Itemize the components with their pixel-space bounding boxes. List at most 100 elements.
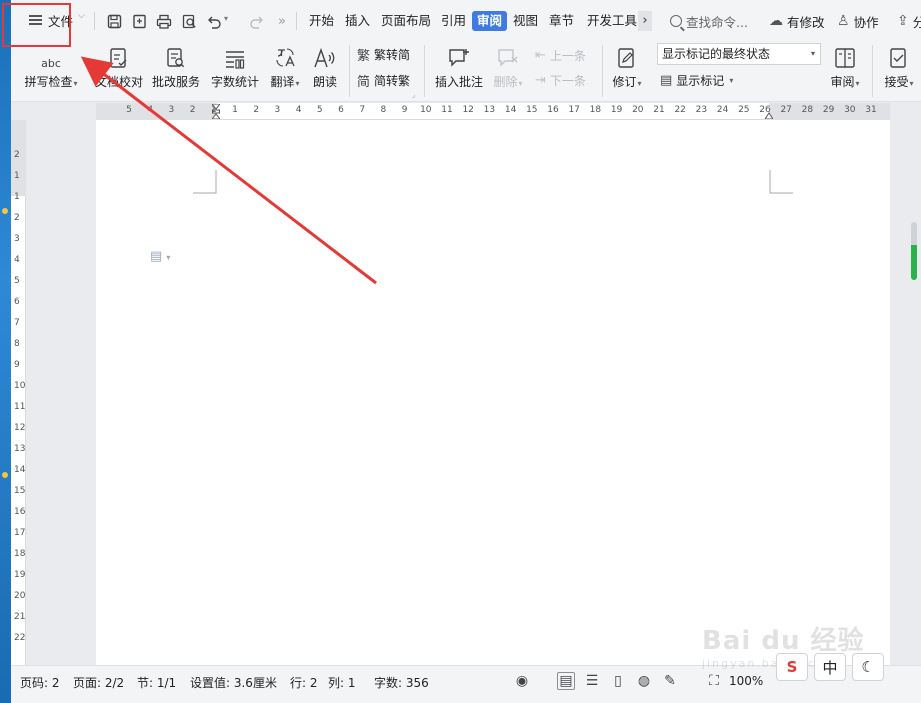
show-markup-button[interactable]: ▤ 显示标记 ▾ <box>660 72 733 89</box>
ruler-tick-label: 14 <box>14 465 26 475</box>
write-mode-icon[interactable]: ✎ <box>661 672 679 690</box>
status-row[interactable]: 行: 2 <box>290 674 318 691</box>
undo-dropdown-icon[interactable]: ▾ <box>224 14 228 23</box>
paragraph-options-icon[interactable]: ▤ ▾ <box>150 249 170 264</box>
revision-service-icon <box>166 41 186 69</box>
add-user-icon: ♙ <box>837 13 850 29</box>
ruler-tick-label: 17 <box>568 105 580 115</box>
insert-comment-button[interactable]: 插入批注 <box>431 41 487 90</box>
proofread-icon <box>109 41 129 69</box>
insert-comment-icon <box>447 41 471 69</box>
ruler-tick-label: 21 <box>14 612 26 622</box>
delete-comment-icon <box>496 41 520 69</box>
read-aloud-label: 朗读 <box>312 75 337 89</box>
export-pdf-icon[interactable] <box>129 11 149 31</box>
revision-service-label: 批改服务 <box>151 75 200 89</box>
trad-to-simp-button[interactable]: 繁 繁转简 <box>357 45 410 64</box>
status-column[interactable]: 列: 1 <box>328 674 356 691</box>
tab-developer[interactable]: 开发工具 <box>582 11 642 31</box>
word-count-button[interactable]: 字数统计 <box>208 41 262 90</box>
tab-review[interactable]: 审阅 <box>472 11 508 31</box>
more-commands-icon[interactable]: » <box>272 11 292 31</box>
vertical-ruler[interactable]: 2 1 1 2 3 4 5 6 7 8 9 10 11 12 13 14 15 16 17 18 19 20 21 22 <box>11 120 26 665</box>
accept-button[interactable]: 接受▾ <box>879 41 919 90</box>
moon-icon[interactable]: ☾ <box>852 653 884 681</box>
ruler-tick-label: 1 <box>14 171 20 181</box>
group-expand-icon[interactable]: ⌟ <box>412 91 415 99</box>
status-word-count[interactable]: 字数: 356 <box>374 674 429 691</box>
simp-to-trad-button[interactable]: 简 简转繁 <box>357 71 410 90</box>
ruler-tick-label: 22 <box>14 633 26 643</box>
delete-comment-button[interactable]: 删除▾ <box>490 41 526 90</box>
desktop-icon <box>2 472 8 478</box>
ruler-tick-label: 24 <box>716 105 729 115</box>
tabs-scroll-right-icon[interactable]: › <box>638 11 652 31</box>
document-page[interactable] <box>96 120 890 665</box>
spell-check-button[interactable]: abc 拼写检查▾ <box>21 41 81 90</box>
collab-button[interactable]: ♙ 协作 <box>837 11 879 31</box>
track-changes-button[interactable]: 修订▾ <box>608 41 646 90</box>
command-search[interactable]: 查找命令... <box>670 11 748 31</box>
ruler-tick-label: 12 <box>462 105 474 115</box>
eye-protection-icon[interactable]: ◉ <box>513 672 531 690</box>
prev-comment-button[interactable]: ⇤ 上一条 <box>535 47 586 64</box>
proofread-button[interactable]: 文档校对 <box>90 41 148 90</box>
cloud-sync-icon: ☁ <box>769 13 783 29</box>
ruler-tick-label: 11 <box>14 402 26 412</box>
status-setting-value[interactable]: 设置值: 3.6厘米 <box>190 674 277 691</box>
ruler-tick-label: 4 <box>147 105 154 115</box>
modified-label: 有修改 <box>787 14 825 30</box>
page-view-icon[interactable]: ▤ <box>557 672 575 690</box>
tab-page-layout[interactable]: 页面布局 <box>376 11 436 31</box>
ime-mode-toggle[interactable]: 中 <box>814 653 846 681</box>
ruler-tick-label: 3 <box>274 105 281 115</box>
status-pages[interactable]: 页面: 2/2 <box>73 674 124 691</box>
ruler-tick-label: 12 <box>14 423 26 433</box>
tab-chapter[interactable]: 章节 <box>544 11 579 31</box>
ruler-tick-label: 2 <box>189 105 196 115</box>
tab-insert[interactable]: 插入 <box>340 11 375 31</box>
read-aloud-button[interactable]: 朗读 <box>308 41 342 90</box>
print-icon[interactable] <box>154 11 174 31</box>
desktop-icon <box>2 208 8 214</box>
review-pane-button[interactable]: 审阅▾ <box>825 41 865 90</box>
status-section[interactable]: 节: 1/1 <box>137 674 176 691</box>
undo-icon[interactable] <box>204 11 224 31</box>
ruler-tick-label: 30 <box>844 105 856 115</box>
share-button[interactable]: ⇪ 分 <box>897 11 921 31</box>
reading-view-icon[interactable]: ▯ <box>609 672 627 690</box>
ime-logo-icon[interactable]: S <box>776 653 808 681</box>
tab-references[interactable]: 引用 <box>436 11 471 31</box>
outline-view-icon[interactable]: ☰ <box>583 672 601 690</box>
fit-page-icon[interactable]: ⛶ <box>705 672 723 690</box>
word-count-icon <box>224 41 246 69</box>
translate-label: 翻译 <box>270 75 295 89</box>
chevron-down-icon[interactable]: ⌵ <box>78 11 85 21</box>
zoom-level[interactable]: 100% <box>729 674 763 688</box>
web-view-icon[interactable]: ◍ <box>635 672 653 690</box>
ruler-tick-label: 26 <box>759 105 771 115</box>
modified-button[interactable]: ☁ 有修改 <box>769 11 825 31</box>
ruler-tick-label: 25 <box>738 105 750 115</box>
title-bar: 文件 ⌵ ▾ » 开始 插入 页面布局 引用 审阅 视图 章节 开发工具 › 查… <box>11 0 921 41</box>
ruler-tick-label: 15 <box>526 105 538 115</box>
tab-view[interactable]: 视图 <box>508 11 543 31</box>
markup-display-select[interactable]: 显示标记的最终状态 ▾ <box>657 43 821 65</box>
translate-button[interactable]: 翻译▾ <box>266 41 304 90</box>
word-count-label: 字数统计 <box>210 75 259 89</box>
tab-home[interactable]: 开始 <box>304 11 339 31</box>
status-page-number[interactable]: 页码: 2 <box>20 674 60 691</box>
revision-service-button[interactable]: 批改服务 <box>150 41 202 90</box>
spell-check-label: 拼写检查 <box>24 75 73 89</box>
ruler-tick-label: 10 <box>420 105 432 115</box>
save-icon[interactable] <box>104 11 124 31</box>
ruler-tick-label: 2 <box>14 150 20 160</box>
file-menu-button[interactable]: 文件 <box>25 8 77 32</box>
show-markup-label: 显示标记 <box>676 74 725 88</box>
scrollbar-thumb[interactable] <box>911 222 917 280</box>
horizontal-ruler[interactable]: 5 4 3 2 1 1 2 3 4 5 6 7 8 9 10 11 12 13 14 15 16 17 18 19 20 21 22… <box>96 103 890 120</box>
print-preview-icon[interactable] <box>179 11 199 31</box>
ruler-tick-label: 7 <box>14 318 20 328</box>
redo-icon[interactable] <box>247 11 267 31</box>
next-comment-button[interactable]: ⇥ 下一条 <box>535 72 586 89</box>
